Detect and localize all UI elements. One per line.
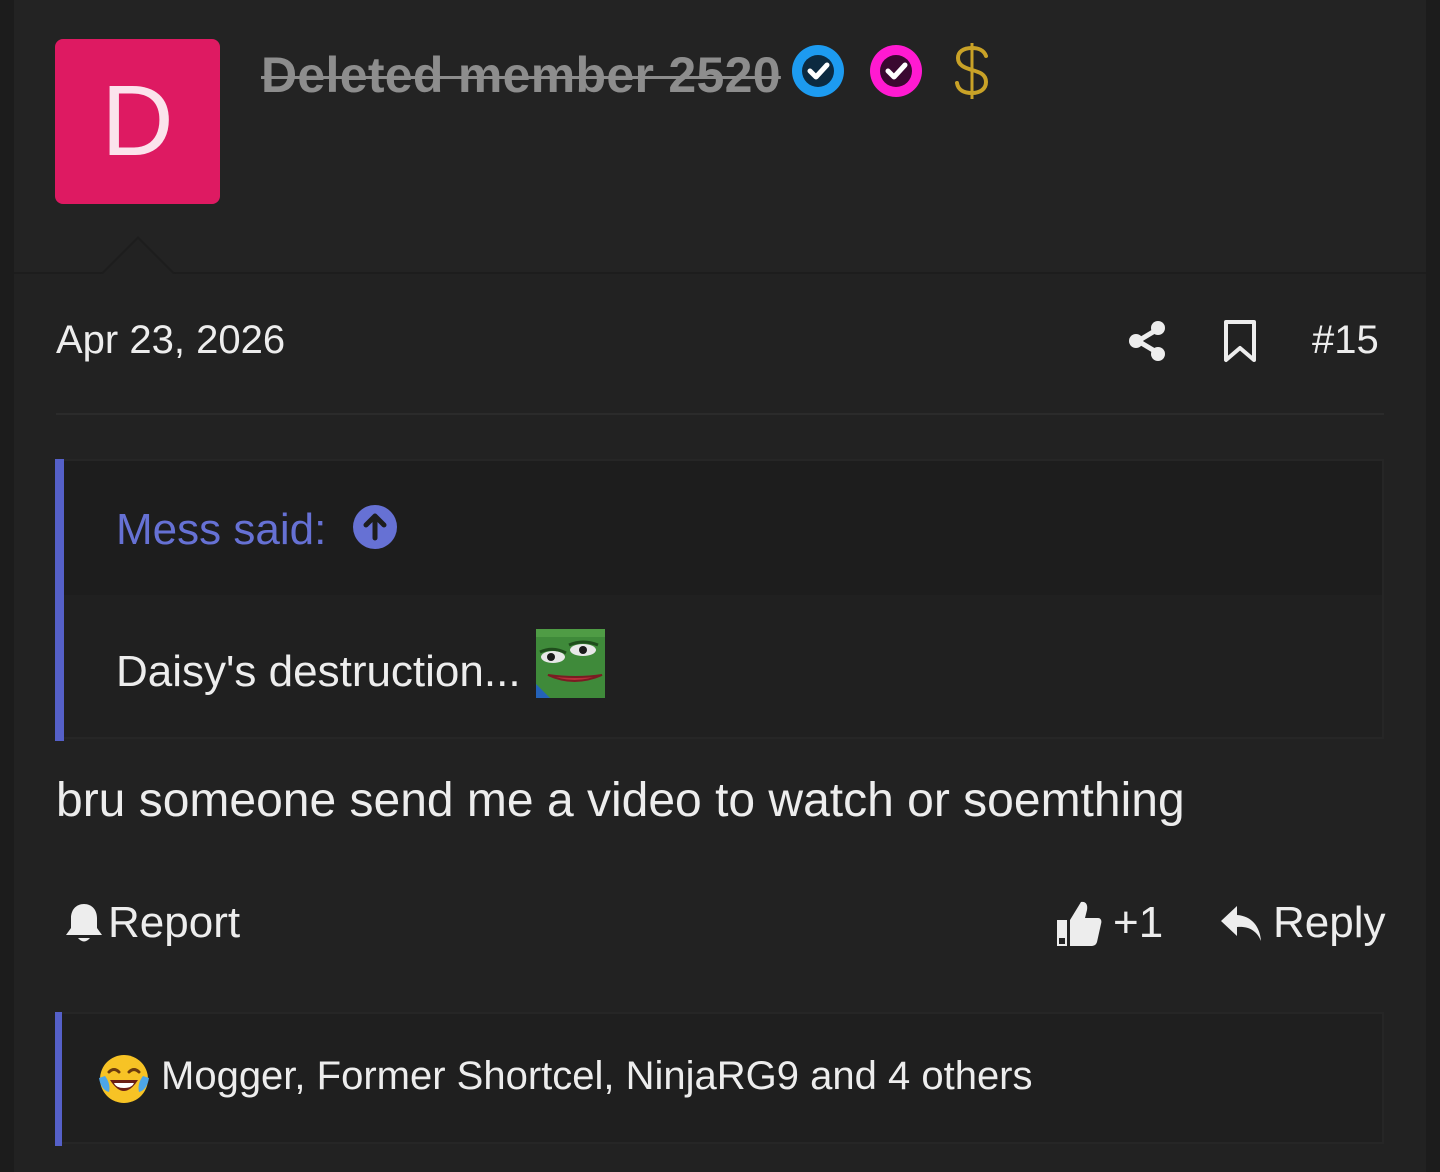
quote-accent-bar <box>55 459 64 741</box>
verified-check-magenta-icon <box>870 45 922 97</box>
reactions-bar[interactable]: Mogger, Former Shortcel, NinjaRG9 and 4 … <box>55 1012 1384 1146</box>
reply-arrow-icon <box>1221 906 1261 941</box>
reply-button[interactable]: Reply <box>1219 895 1386 951</box>
username[interactable]: Deleted member 2520 <box>261 46 781 104</box>
quote-header: Mess said: <box>64 461 1382 595</box>
quote-author-link[interactable]: Mess said: <box>116 505 326 555</box>
thumbs-up-icon <box>1057 901 1102 946</box>
meta-divider <box>56 413 1384 415</box>
post-card: D Deleted member 2520 Apr 23, 2026 #15 M… <box>14 0 1426 1172</box>
reaction-users-list[interactable]: Mogger, Former Shortcel, NinjaRG9 and 4 … <box>161 1054 1033 1099</box>
share-icon[interactable] <box>1125 318 1171 364</box>
reactions-accent-bar <box>55 1012 62 1146</box>
verified-check-blue-icon <box>792 45 844 97</box>
avatar-pointer-fill <box>102 239 174 275</box>
header-divider <box>14 272 1426 274</box>
bell-icon <box>66 904 102 942</box>
quote-block: Mess said: Daisy's destruction... <box>55 459 1384 741</box>
like-button[interactable]: +1 <box>1055 895 1163 951</box>
like-count: +1 <box>1113 898 1164 947</box>
post-user-header: D Deleted member 2520 <box>14 0 1426 272</box>
post-body-text: bru someone send me a video to watch or … <box>56 774 1185 827</box>
avatar[interactable]: D <box>55 39 220 204</box>
post-date[interactable]: Apr 23, 2026 <box>56 318 285 363</box>
post-number-link[interactable]: #15 <box>1312 318 1379 363</box>
dollar-sign-icon <box>948 40 996 102</box>
sad-frog-emoji-icon <box>536 629 605 698</box>
quote-text: Daisy's destruction... <box>116 647 521 696</box>
reply-label: Reply <box>1273 898 1386 947</box>
quote-content: Daisy's destruction... <box>64 595 1382 737</box>
report-button[interactable]: Report <box>64 895 240 951</box>
report-label: Report <box>108 898 241 947</box>
arrow-up-circle-icon[interactable] <box>353 505 397 549</box>
bookmark-icon[interactable] <box>1220 318 1260 364</box>
joy-tears-emoji-icon <box>97 1052 151 1106</box>
